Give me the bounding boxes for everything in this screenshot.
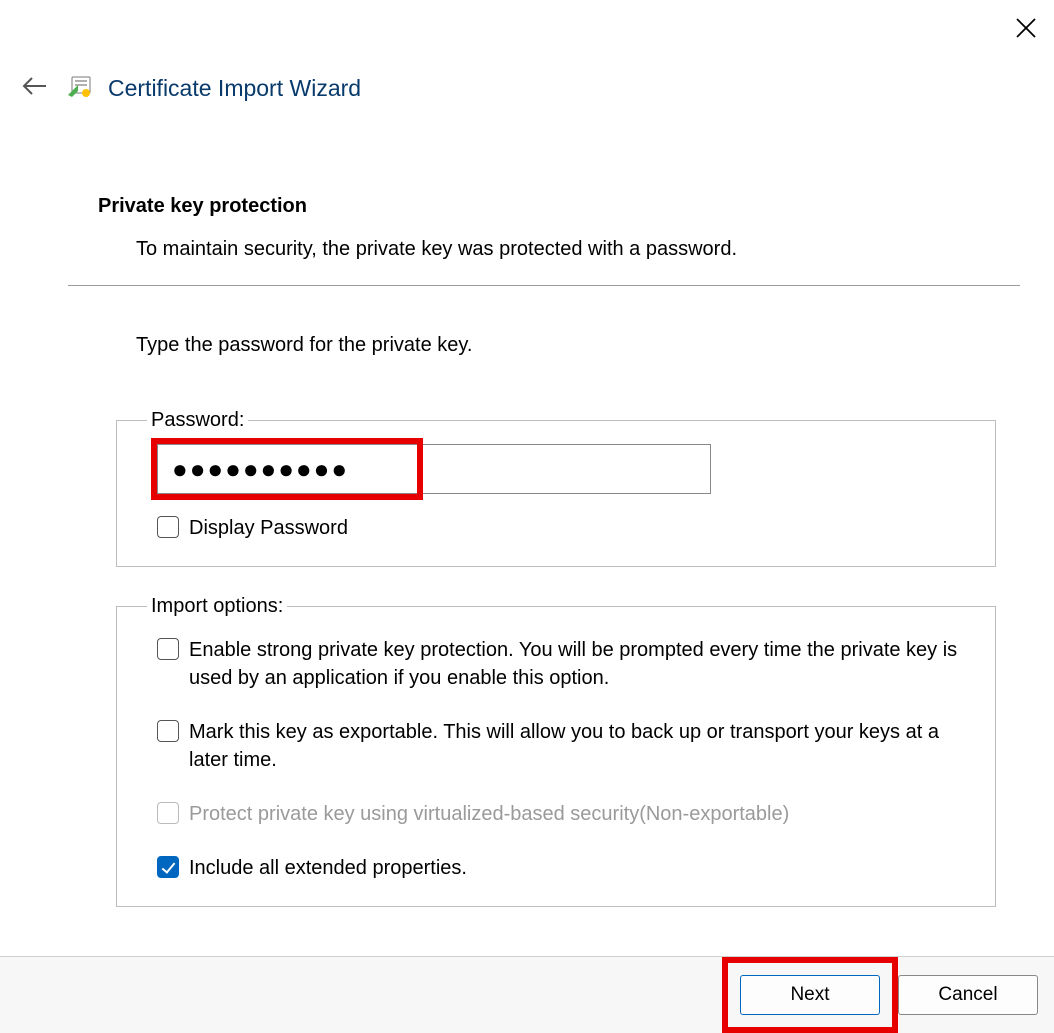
display-password-label: Display Password <box>189 514 348 542</box>
option-extprops-label: Include all extended properties. <box>189 854 467 882</box>
option-export-label: Mark this key as exportable. This will a… <box>189 718 965 774</box>
password-input[interactable] <box>157 444 711 494</box>
close-icon <box>1014 16 1038 40</box>
display-password-checkbox[interactable] <box>157 516 179 538</box>
page-heading: Private key protection <box>98 195 990 218</box>
password-legend: Password: <box>147 409 248 432</box>
divider <box>68 285 1020 286</box>
cancel-button[interactable]: Cancel <box>898 975 1038 1015</box>
wizard-title: Certificate Import Wizard <box>108 75 361 102</box>
option-extprops-checkbox[interactable] <box>157 856 179 878</box>
option-strong-checkbox[interactable] <box>157 638 179 660</box>
back-arrow-icon <box>20 76 48 96</box>
back-button[interactable] <box>16 72 52 105</box>
wizard-header: Certificate Import Wizard <box>0 0 1054 105</box>
option-export-checkbox[interactable] <box>157 720 179 742</box>
next-button[interactable]: Next <box>740 975 880 1015</box>
import-options-group: Import options: Enable strong private ke… <box>116 595 996 907</box>
import-options-legend: Import options: <box>147 595 287 618</box>
option-vbs-checkbox <box>157 802 179 824</box>
page-instruction: Type the password for the private key. <box>136 334 990 357</box>
option-vbs-label: Protect private key using virtualized-ba… <box>189 800 789 828</box>
option-strong-label: Enable strong private key protection. Yo… <box>189 636 965 692</box>
button-bar: Next Cancel <box>0 956 1054 1033</box>
certificate-wizard-icon <box>66 75 94 103</box>
page-description: To maintain security, the private key wa… <box>136 236 990 263</box>
password-group: Password: Display Password <box>116 409 996 567</box>
close-button[interactable] <box>1010 12 1042 49</box>
